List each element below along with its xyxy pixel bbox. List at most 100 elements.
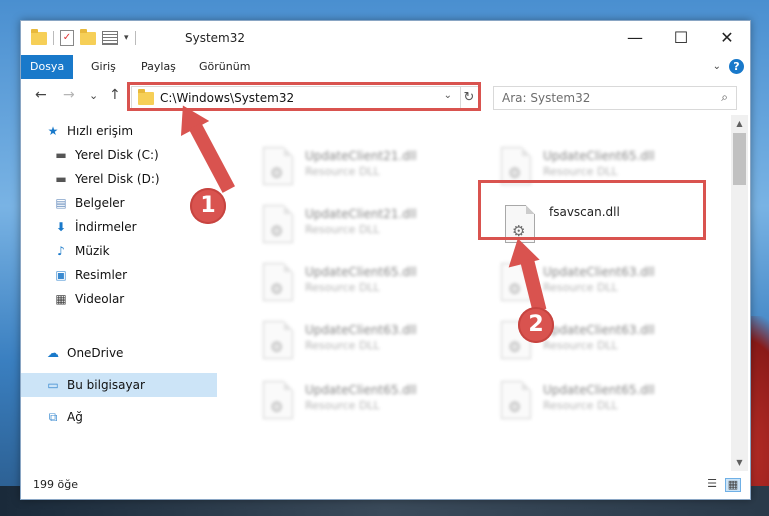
- large-icons-view-icon[interactable]: ▦: [725, 478, 741, 492]
- file-name: UpdateClient65.dll: [305, 265, 417, 279]
- vertical-scrollbar[interactable]: ▲ ▼: [731, 115, 748, 471]
- search-placeholder: Ara: System32: [502, 91, 591, 105]
- drive-icon: ▬: [55, 148, 67, 162]
- sidebar-item-label: Belgeler: [75, 196, 125, 210]
- file-list: ⚙ UpdateClient21.dll Resource DLL ⚙ Upda…: [217, 115, 731, 471]
- document-icon: ▤: [55, 196, 67, 210]
- status-bar: 199 öğe ☰ ▦: [21, 473, 750, 497]
- file-name: UpdateClient65.dll: [305, 383, 417, 397]
- file-name: UpdateClient21.dll: [305, 207, 417, 221]
- forward-arrow-icon[interactable]: →: [63, 87, 75, 103]
- sidebar-item-pictures[interactable]: ▣ Resimler 📌: [21, 263, 247, 287]
- dll-file-icon: ⚙: [263, 321, 293, 359]
- sidebar-item-videos[interactable]: ▦ Videolar 📌: [21, 287, 247, 311]
- music-icon: ♪: [57, 244, 65, 258]
- tab-paylas[interactable]: Paylaş: [132, 55, 185, 79]
- sidebar-item-label: Resimler: [75, 268, 128, 282]
- sidebar-item-label: Müzik: [75, 244, 110, 258]
- file-tile[interactable]: ⚙ UpdateClient21.dll Resource DLL: [263, 145, 498, 195]
- quick-access-toolbar: ✓ ▾: [31, 28, 136, 46]
- navigation-bar: ← → ⌄ ↑ C:\Windows\System32 ⌄ ↻ Ara: Sys…: [21, 79, 750, 115]
- tab-giris[interactable]: Giriş: [82, 55, 125, 79]
- sidebar-item-label: Yerel Disk (D:): [75, 172, 160, 186]
- close-button[interactable]: ✕: [704, 21, 750, 55]
- toolbar-separator: [134, 31, 136, 45]
- file-name: UpdateClient21.dll: [305, 149, 417, 163]
- computer-icon: ▭: [47, 378, 59, 392]
- star-icon: ★: [47, 124, 59, 138]
- gear-icon: ⚙: [270, 398, 284, 416]
- sidebar-item-this-pc[interactable]: ▭ Bu bilgisayar: [21, 373, 239, 397]
- properties-icon[interactable]: [102, 31, 118, 45]
- step-1-badge: 1: [190, 188, 226, 224]
- file-type: Resource DLL: [543, 165, 618, 178]
- file-tile[interactable]: ⚙ UpdateClient65.dll Resource DLL: [263, 379, 498, 429]
- back-arrow-icon[interactable]: ←: [35, 87, 47, 103]
- scroll-thumb[interactable]: [733, 133, 746, 185]
- file-tile[interactable]: ⚙ UpdateClient65.dll Resource DLL: [501, 379, 731, 429]
- gear-icon: ⚙: [508, 338, 522, 356]
- details-view-icon[interactable]: ☰: [705, 478, 719, 490]
- scroll-up-icon[interactable]: ▲: [731, 119, 748, 128]
- gear-icon: ⚙: [270, 338, 284, 356]
- file-type: Resource DLL: [305, 223, 380, 236]
- item-count: 199 öğe: [33, 478, 78, 491]
- file-type: Resource DLL: [543, 281, 618, 294]
- search-input[interactable]: Ara: System32 ⌕: [493, 86, 737, 110]
- sidebar-item-onedrive[interactable]: ☁ OneDrive: [21, 341, 239, 365]
- file-highlight-box: [478, 180, 706, 240]
- recent-locations-icon[interactable]: ⌄: [89, 89, 98, 102]
- file-tile[interactable]: ⚙ UpdateClient21.dll Resource DLL: [263, 203, 498, 253]
- sidebar-item-label: OneDrive: [67, 346, 124, 360]
- sidebar-item-label: Yerel Disk (C:): [75, 148, 159, 162]
- search-icon[interactable]: ⌕: [721, 90, 728, 105]
- sidebar-item-network[interactable]: ⧉ Ağ: [21, 405, 239, 429]
- dll-file-icon: ⚙: [263, 205, 293, 243]
- sidebar-item-label: Ağ: [67, 410, 83, 424]
- gear-icon: ⚙: [270, 164, 284, 182]
- file-name: UpdateClient63.dll: [543, 323, 655, 337]
- dll-file-icon: ⚙: [263, 263, 293, 301]
- toolbar-separator: [53, 31, 54, 45]
- collapse-ribbon-icon[interactable]: ⌄: [713, 61, 721, 72]
- file-type: Resource DLL: [305, 399, 380, 412]
- window-title: System32: [185, 31, 246, 45]
- help-icon[interactable]: ?: [729, 59, 744, 74]
- file-type: Resource DLL: [305, 165, 380, 178]
- sidebar-item-music[interactable]: ♪ Müzik 📌: [21, 239, 247, 263]
- file-tile[interactable]: ⚙ UpdateClient65.dll Resource DLL: [263, 261, 498, 311]
- file-name: UpdateClient65.dll: [543, 149, 655, 163]
- cloud-icon: ☁: [47, 346, 59, 360]
- file-name: UpdateClient65.dll: [543, 383, 655, 397]
- up-arrow-icon[interactable]: ↑: [109, 87, 121, 103]
- ribbon-controls: ⌄ ?: [713, 59, 744, 74]
- customize-toolbar-icon[interactable]: ▾: [124, 33, 129, 43]
- tab-gorunum[interactable]: Görünüm: [190, 55, 259, 79]
- minimize-button[interactable]: —: [612, 21, 658, 55]
- folder-icon: [31, 28, 47, 45]
- dll-file-icon: ⚙: [263, 381, 293, 419]
- gear-icon: ⚙: [508, 398, 522, 416]
- file-type: Resource DLL: [305, 281, 380, 294]
- maximize-button[interactable]: ☐: [658, 21, 704, 55]
- new-folder-icon[interactable]: [80, 28, 96, 45]
- sidebar-item-label: Hızlı erişim: [67, 124, 134, 138]
- pictures-icon: ▣: [55, 268, 67, 282]
- step-2-badge: 2: [518, 307, 554, 343]
- title-bar: ✓ ▾ System32 — ☐ ✕: [21, 21, 750, 55]
- dll-file-icon: ⚙: [263, 147, 293, 185]
- dll-file-icon: ⚙: [501, 381, 531, 419]
- file-tile[interactable]: ⚙ UpdateClient63.dll Resource DLL: [263, 319, 498, 369]
- sidebar-item-label: Bu bilgisayar: [67, 378, 145, 392]
- file-type: Resource DLL: [543, 339, 618, 352]
- properties-check-icon[interactable]: ✓: [60, 30, 74, 46]
- ribbon: Dosya Giriş Paylaş Görünüm ⌄ ?: [21, 55, 750, 80]
- file-name: UpdateClient63.dll: [543, 265, 655, 279]
- gear-icon: ⚙: [270, 222, 284, 240]
- download-icon: ⬇: [55, 220, 67, 234]
- video-icon: ▦: [55, 292, 67, 306]
- file-explorer-window: ✓ ▾ System32 — ☐ ✕ Dosya Giriş Paylaş Gö…: [20, 20, 751, 500]
- file-name: UpdateClient63.dll: [305, 323, 417, 337]
- scroll-down-icon[interactable]: ▼: [731, 458, 748, 467]
- tab-dosya[interactable]: Dosya: [21, 55, 74, 79]
